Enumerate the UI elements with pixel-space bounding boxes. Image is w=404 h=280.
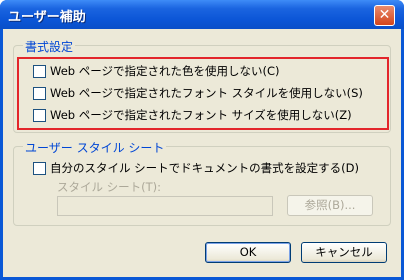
checkbox[interactable] xyxy=(33,64,46,78)
option-use-my-stylesheet[interactable]: 自分のスタイル シートでドキュメントの書式を設定する(D) xyxy=(33,160,359,176)
formatting-group-label: 書式設定 xyxy=(23,38,76,55)
checkbox[interactable] xyxy=(33,161,46,175)
close-button[interactable]: ✕ xyxy=(374,5,395,26)
option-label: Web ページで指定された色を使用しない(C) xyxy=(50,64,280,78)
checkbox[interactable] xyxy=(33,86,46,100)
option-no-colors[interactable]: Web ページで指定された色を使用しない(C) xyxy=(33,63,280,79)
window-title: ユーザー補助 xyxy=(8,10,86,25)
title-bar[interactable]: ユーザー補助 ✕ xyxy=(0,0,404,29)
close-icon: ✕ xyxy=(378,7,391,23)
stylesheet-path-input[interactable] xyxy=(57,196,273,216)
browse-button[interactable]: 参照(B)... xyxy=(287,195,373,216)
option-no-font-style[interactable]: Web ページで指定されたフォント スタイルを使用しない(S) xyxy=(33,85,363,101)
option-no-font-size[interactable]: Web ページで指定されたフォント サイズを使用しない(Z) xyxy=(33,107,352,123)
option-label: 自分のスタイル シートでドキュメントの書式を設定する(D) xyxy=(50,161,359,175)
option-label: Web ページで指定されたフォント スタイルを使用しない(S) xyxy=(50,86,363,100)
stylesheet-field-label: スタイル シート(T): xyxy=(57,180,162,194)
ok-button[interactable]: OK xyxy=(205,242,291,263)
dialog-window: ユーザー補助 ✕ 書式設定 Web ページで指定された色を使用しない(C) We… xyxy=(0,0,404,280)
user-style-group-label: ユーザー スタイル シート xyxy=(23,139,167,156)
checkbox[interactable] xyxy=(33,108,46,122)
option-label: Web ページで指定されたフォント サイズを使用しない(Z) xyxy=(50,108,352,122)
cancel-button[interactable]: キャンセル xyxy=(301,242,387,263)
dialog-body: 書式設定 Web ページで指定された色を使用しない(C) Web ページで指定さ… xyxy=(3,29,401,277)
